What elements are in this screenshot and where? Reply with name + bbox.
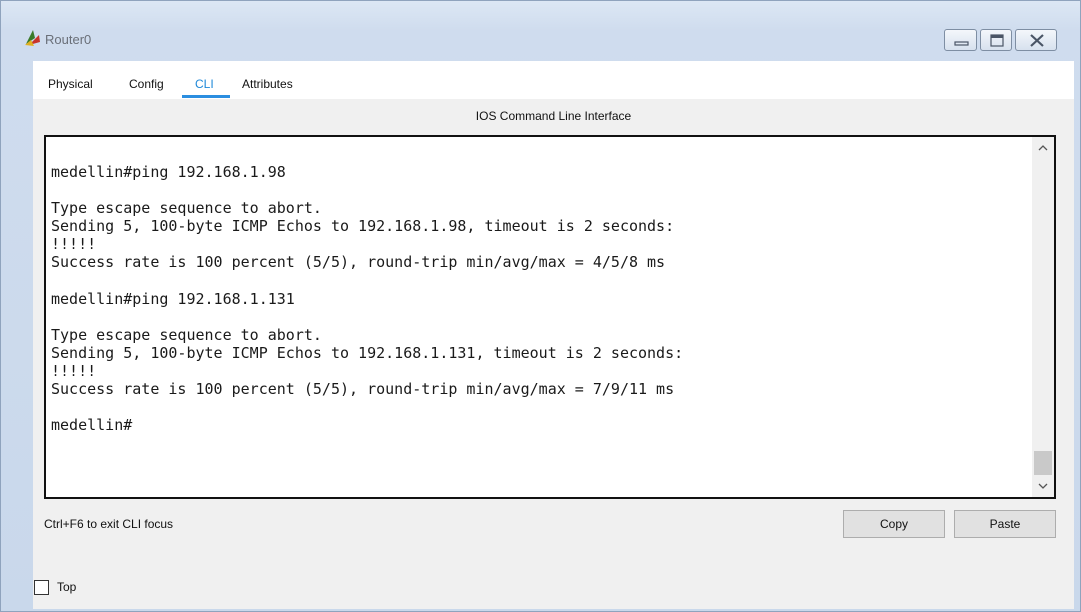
paste-button[interactable]: Paste (954, 510, 1056, 538)
scroll-thumb[interactable] (1034, 451, 1052, 475)
top-checkbox[interactable] (34, 580, 49, 595)
title-bar[interactable]: Router0 (1, 1, 1080, 51)
minimize-button[interactable] (944, 29, 977, 51)
panel-header: IOS Command Line Interface (475, 109, 632, 123)
minimize-icon (954, 41, 969, 46)
tab-attributes[interactable]: Attributes (242, 77, 293, 91)
cli-focus-hint: Ctrl+F6 to exit CLI focus (44, 517, 174, 531)
router-window: Router0 Physical Config CLI Attributes I… (0, 0, 1081, 612)
top-checkbox-label: Top (57, 580, 77, 594)
active-tab-indicator (182, 95, 230, 98)
maximize-icon (990, 34, 1004, 47)
window-title: Router0 (45, 32, 92, 47)
chevron-up-icon (1038, 145, 1048, 151)
vertical-scrollbar[interactable] (1032, 137, 1054, 497)
terminal-output[interactable]: medellin#ping 192.168.1.98 Type escape s… (51, 163, 683, 434)
scroll-up-button[interactable] (1032, 137, 1054, 159)
tab-cli[interactable]: CLI (195, 77, 214, 91)
cli-terminal[interactable]: medellin#ping 192.168.1.98 Type escape s… (44, 135, 1056, 499)
tab-physical[interactable]: Physical (48, 77, 93, 91)
bottom-strip (33, 571, 1074, 609)
close-icon (1030, 34, 1044, 47)
copy-button[interactable]: Copy (843, 510, 945, 538)
router-app-icon (23, 28, 43, 48)
scroll-down-button[interactable] (1032, 475, 1054, 497)
maximize-button[interactable] (980, 29, 1012, 51)
chevron-down-icon (1038, 483, 1048, 489)
close-button[interactable] (1015, 29, 1057, 51)
tab-config[interactable]: Config (129, 77, 164, 91)
